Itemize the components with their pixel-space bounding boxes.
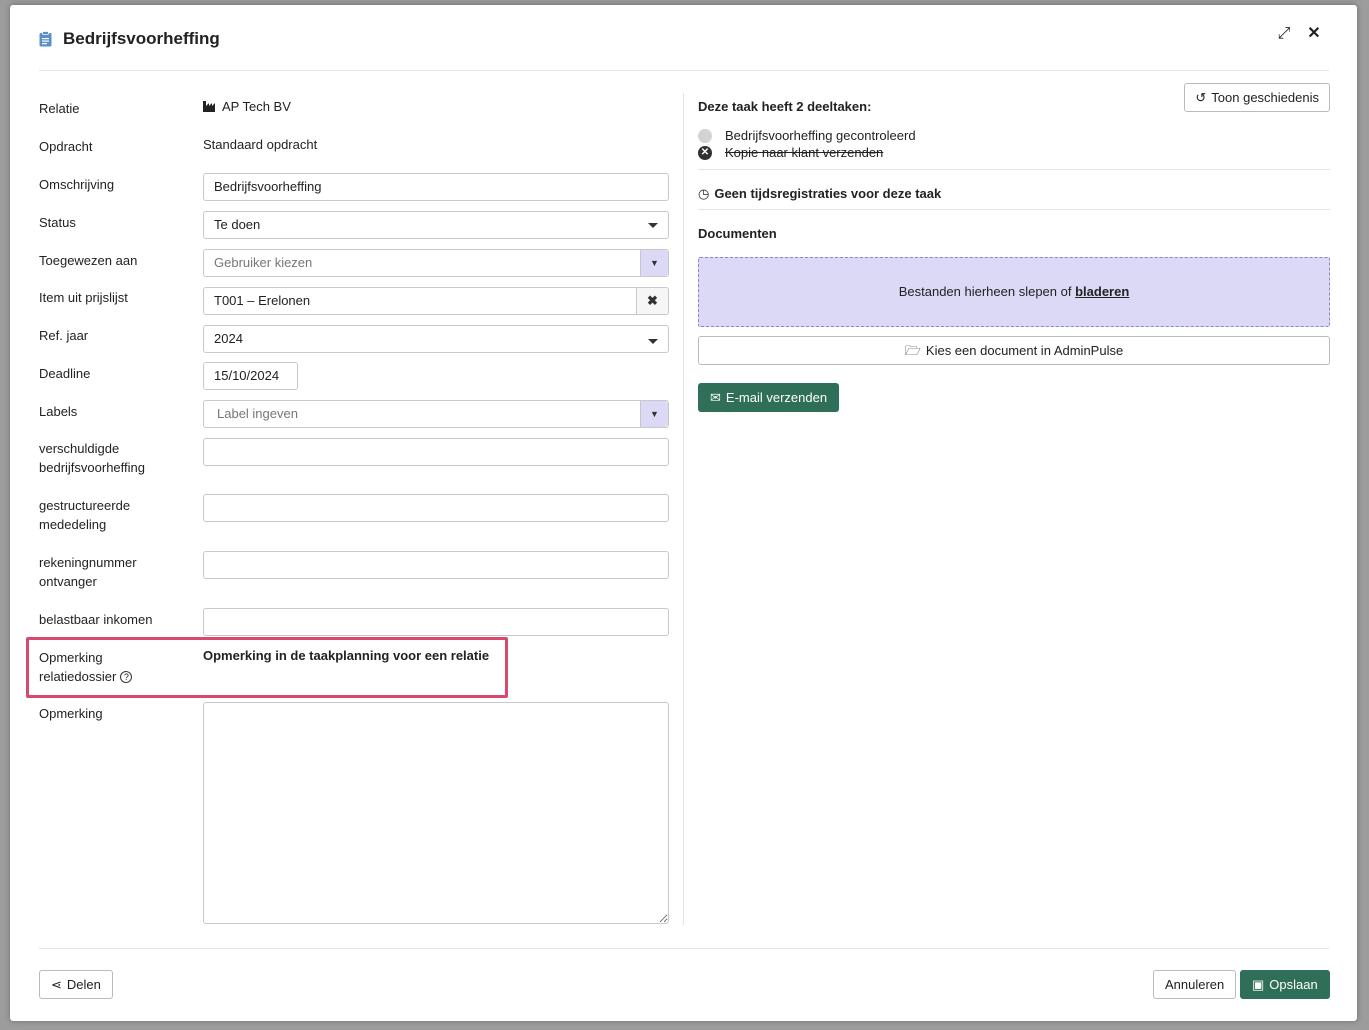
background-right (1357, 0, 1369, 1030)
time-registrations-text: Geen tijdsregistraties voor deze taak (714, 186, 942, 201)
chevron-down-icon (648, 223, 658, 228)
price-item-value: T001 – Erelonen (214, 293, 311, 308)
label-status: Status (39, 215, 76, 230)
save-icon: ▣ (1252, 977, 1265, 992)
label-toegewezen: Toegewezen aan (39, 253, 138, 268)
gestructureerde-input[interactable] (203, 494, 669, 522)
clipboard-icon (39, 31, 52, 47)
label-belastbaar: belastbaar inkomen (39, 612, 153, 627)
label-opmerking: Opmerking (39, 706, 103, 721)
pick-document-label: Kies een document in AdminPulse (925, 343, 1124, 358)
file-dropzone[interactable]: Bestanden hierheen slepen of bladeren (698, 257, 1330, 327)
background-bottom (0, 1021, 1369, 1030)
chevron-down-icon (648, 339, 658, 344)
opmerking-textarea[interactable] (203, 702, 669, 924)
assignee-placeholder: Gebruiker kiezen (214, 255, 313, 270)
label-opdracht: Opdracht (39, 139, 93, 154)
time-registrations: ◷ Geen tijdsregistraties voor deze taak (698, 186, 941, 202)
history-button-label: Toon geschiedenis (1211, 90, 1319, 105)
cancel-label: Annuleren (1165, 977, 1225, 992)
value-opdracht: Standaard opdracht (203, 137, 318, 152)
ref-year-value: 2024 (214, 331, 243, 346)
status-select[interactable]: Te doen (203, 211, 669, 239)
envelope-icon: ✉ (710, 390, 721, 405)
modal-header: Bedrijfsvoorheffing ⤢ ✕ (39, 19, 1329, 71)
history-button[interactable]: ↺ Toon geschiedenis (1184, 83, 1330, 112)
highlight-box (26, 637, 508, 698)
verschuldigde-input[interactable] (203, 438, 669, 466)
assignee-select[interactable]: Gebruiker kiezen ▼ (203, 249, 669, 277)
divider (698, 169, 1330, 170)
close-icon[interactable]: ✕ (1305, 25, 1323, 43)
modal-title: Bedrijfsvoorheffing (63, 29, 220, 48)
subtask-label: Kopie naar klant verzenden (725, 145, 884, 160)
rekeningnummer-input[interactable] (203, 551, 669, 579)
label-omschrijving: Omschrijving (39, 177, 115, 192)
label-verschuldigde: verschuldigde bedrijfsvoorheffing (39, 441, 145, 475)
clear-icon[interactable]: ✖ (636, 288, 668, 314)
cancelled-icon[interactable]: ✕ (698, 146, 712, 160)
save-label: Opslaan (1269, 977, 1318, 992)
labels-placeholder: Label ingeven (217, 406, 298, 421)
documents-title: Documenten (698, 226, 777, 241)
history-icon: ↺ (1195, 90, 1207, 105)
label-refjaar: Ref. jaar (39, 328, 89, 343)
labels-input[interactable]: Label ingeven ▼ (203, 400, 669, 428)
label-gestructureerde: gestructureerde mededeling (39, 498, 131, 532)
label-labels: Labels (39, 404, 78, 419)
send-email-label: E-mail verzenden (725, 390, 828, 405)
task-modal: Bedrijfsvoorheffing ⤢ ✕ Relatie AP Tech … (10, 5, 1357, 1021)
send-email-button[interactable]: ✉ E-mail verzenden (698, 383, 840, 412)
pick-document-button[interactable]: 🗁 Kies een document in AdminPulse (698, 336, 1330, 365)
subtasks-title: Deze taak heeft 2 deeltaken: (698, 99, 872, 114)
label-relatie: Relatie (39, 101, 80, 116)
folder-open-icon: 🗁 (904, 343, 921, 358)
browse-link[interactable]: bladeren (1075, 284, 1129, 299)
chevron-down-icon[interactable]: ▼ (640, 250, 668, 276)
relatie-name: AP Tech BV (222, 99, 291, 114)
background-left (0, 0, 10, 1030)
share-label: Delen (66, 977, 101, 992)
omschrijving-input[interactable]: Bedrijfsvoorheffing (203, 173, 669, 201)
chevron-down-icon[interactable]: ▼ (640, 401, 668, 427)
column-divider (683, 93, 684, 925)
label-deadline: Deadline (39, 366, 91, 381)
label-rekeningnummer: rekeningnummer ontvanger (39, 555, 137, 589)
cancel-button[interactable]: Annuleren (1153, 970, 1237, 999)
circle-icon[interactable] (698, 129, 712, 143)
subtask-label: Bedrijfsvoorheffing gecontroleerd (725, 128, 916, 143)
value-relatie[interactable]: AP Tech BV (203, 99, 291, 114)
dropzone-text: Bestanden hierheen slepen of (898, 284, 1072, 299)
ref-year-select[interactable]: 2024 (203, 325, 669, 353)
expand-icon[interactable]: ⤢ (1275, 25, 1293, 43)
status-value: Te doen (214, 217, 261, 232)
divider (698, 209, 1330, 210)
share-button[interactable]: ⋖ Delen (39, 970, 113, 999)
clock-icon: ◷ (698, 186, 710, 201)
belastbaar-input[interactable] (203, 608, 669, 636)
factory-icon (203, 101, 215, 112)
footer-divider (39, 948, 1329, 949)
share-icon: ⋖ (51, 977, 62, 992)
price-item-select[interactable]: T001 – Erelonen ✖ (203, 287, 669, 315)
label-item: Item uit prijslijst (39, 290, 128, 305)
deadline-input[interactable]: 15/10/2024 (203, 362, 298, 390)
save-button[interactable]: ▣ Opslaan (1240, 970, 1330, 999)
